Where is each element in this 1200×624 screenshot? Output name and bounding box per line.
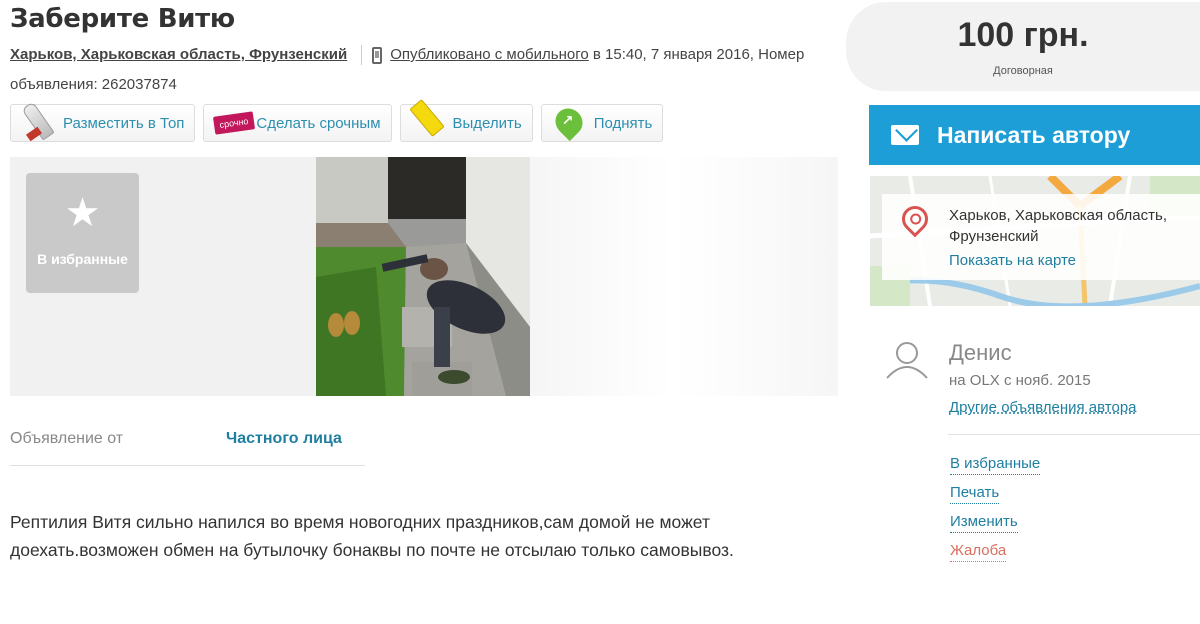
show-on-map-link[interactable]: Показать на карте [949,252,1076,269]
add-to-favorites-button[interactable]: ★ В избранные [26,173,139,293]
user-avatar-icon [886,342,928,379]
lift-up-icon [550,108,588,138]
write-to-author-button[interactable]: Написать автору [869,105,1200,165]
ad-title: Заберите Витю [10,4,235,34]
lift-up-button[interactable]: Поднять [540,104,664,142]
promo-actions: Разместить в Топ Сделать срочным Выделит… [10,104,664,142]
price-value: 100 грн. [957,16,1089,54]
ad-description: Рептилия Витя сильно напился во время но… [10,512,734,560]
sidebar-print-link[interactable]: Печать [950,483,1000,504]
seller-name: Денис [949,340,1012,365]
price-box: 100 грн. Договорная [846,2,1200,91]
rocket-icon [19,108,57,138]
highlight-label: Выделить [452,114,522,132]
ad-photo-image [316,157,530,396]
ad-photo[interactable] [316,157,530,396]
add-to-favorites-label: В избранные [37,251,128,267]
ad-meta: Харьков, Харьковская область, Фрунзенски… [10,40,850,100]
seller-type-row: Объявление от Частного лица [10,420,365,466]
seller-type-key: Объявление от [10,430,124,447]
map-address: Харьков, Харьковская область, Фрунзенски… [949,207,1167,245]
meta-divider [361,45,363,66]
published-mobile-text: Опубликовано с мобильного [390,46,589,63]
star-icon: ★ [64,191,101,235]
urgent-label-icon [212,108,250,138]
envelope-icon [891,125,919,145]
ad-location-link[interactable]: Харьков, Харьковская область, Фрунзенски… [10,46,347,63]
highlight-button[interactable]: Выделить [399,104,533,142]
make-urgent-button[interactable]: Сделать срочным [203,104,392,142]
sidebar-favorites-link[interactable]: В избранные [950,454,1041,475]
photo-gallery: ★ В избранные [10,157,838,396]
promote-top-button[interactable]: Разместить в Топ [10,104,196,142]
make-urgent-label: Сделать срочным [256,114,381,132]
sidebar-edit-link[interactable]: Изменить [950,512,1018,533]
seller-type-value[interactable]: Частного лица [226,430,342,448]
write-to-author-label: Написать автору [937,121,1131,148]
sidebar-report-link[interactable]: Жалоба [950,541,1007,562]
location-map[interactable]: Харьков, Харьковская область, Фрунзенски… [870,176,1200,306]
seller-other-ads-link[interactable]: Другие объявления автора [949,399,1137,416]
promote-top-label: Разместить в Топ [63,114,185,132]
lift-up-label: Поднять [593,114,653,132]
mobile-phone-icon [372,46,383,64]
price-negotiable-note: Договорная [993,65,1053,77]
seller-since: на OLX с нояб. 2015 [949,372,1091,389]
marker-icon [409,108,447,138]
sidebar-links: В избранные Печать Изменить Жалоба [950,454,1041,570]
sidebar-divider [948,434,1200,435]
